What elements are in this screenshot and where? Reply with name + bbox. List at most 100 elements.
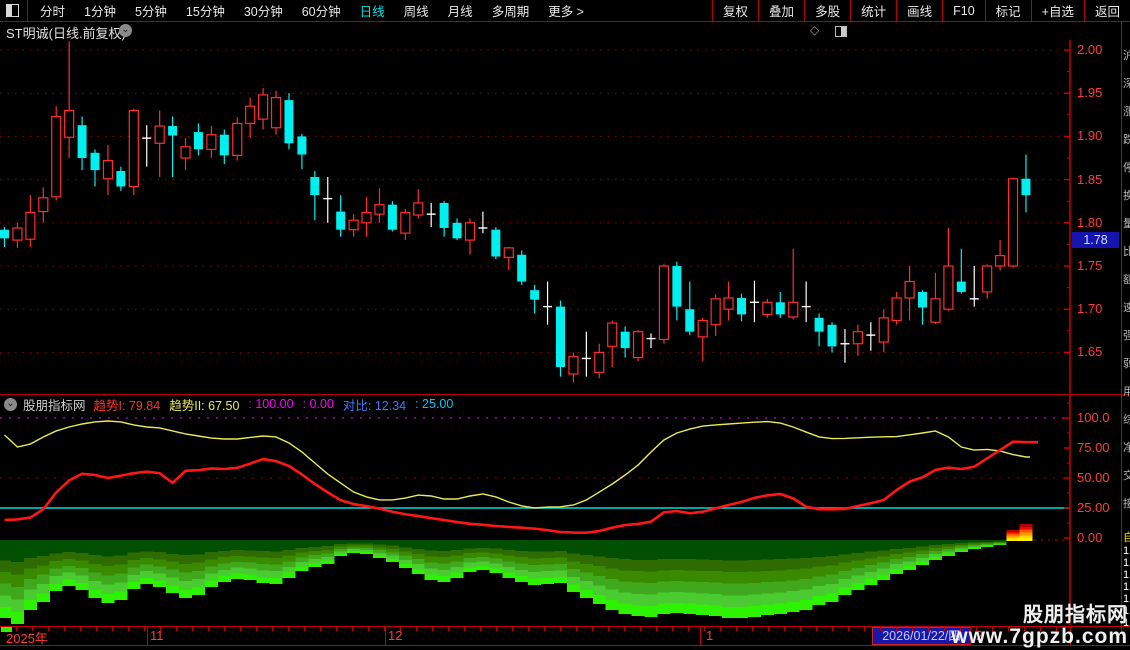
diamond-icon[interactable]: ◇ [810, 23, 819, 37]
date-minor-tick [48, 627, 49, 631]
date-minor-tick [96, 627, 97, 631]
top-toolbar: 分时 1分钟 5分钟 15分钟 30分钟 60分钟 日线 周线 月线 多周期 更多 > 复权 叠加 多股… [0, 0, 1130, 22]
indicator-chart[interactable] [0, 395, 1130, 625]
tool-item[interactable]: F10 [942, 0, 985, 21]
indicator-header: ⌄ 股朋指标网 趋势I: 79.84 趋势II: 67.50: 100.00: 0… [4, 396, 462, 413]
date-minor-tick [192, 627, 193, 631]
edge-glyph: 速 [1123, 302, 1130, 314]
date-minor-tick [480, 627, 481, 631]
chevron-down-icon[interactable]: ⌄ [119, 24, 132, 37]
watermark-site-name: 股朋指标网 [1023, 604, 1128, 626]
tool-item[interactable]: 统计 [850, 0, 896, 21]
period-item[interactable]: 分时 [40, 1, 65, 20]
date-minor-tick [880, 627, 881, 631]
right-edge-divider [1121, 21, 1122, 632]
period-menu: 分时 1分钟 5分钟 15分钟 30分钟 60分钟 日线 周线 月线 多周期 更多 > [40, 1, 584, 20]
price-tick-label: 1.90 [1077, 128, 1103, 144]
date-minor-tick [896, 627, 897, 631]
tool-item[interactable]: 叠加 [758, 0, 804, 21]
indicator-source-label: 股朋指标网 [23, 398, 86, 413]
date-minor-tick [848, 627, 849, 631]
tools-menu: 复权 叠加 多股 统计 画线 F10 标记 +自选 返回 [712, 0, 1130, 21]
date-minor-tick [176, 627, 177, 631]
edge-glyph: 涨 [1123, 106, 1130, 118]
edge-glyph-highlight: 自 [1123, 532, 1130, 544]
tool-item[interactable]: 复权 [712, 0, 758, 21]
date-minor-tick [832, 627, 833, 631]
date-minor-tick [752, 627, 753, 631]
date-minor-tick [560, 627, 561, 631]
date-minor-tick [432, 627, 433, 631]
trading-app-window: 分时 1分钟 5分钟 15分钟 30分钟 60分钟 日线 周线 月线 多周期 更多 > 复权 叠加 多股… [0, 0, 1130, 650]
edge-number: 1 [1123, 557, 1130, 569]
title-bar: ST明诚(日线.前复权) ⌄ ◇ [0, 21, 1130, 41]
period-item[interactable]: 多周期 [492, 1, 530, 20]
window-split-icon[interactable] [6, 4, 19, 17]
date-minor-tick [416, 627, 417, 631]
edge-glyph: 弱 [1123, 358, 1130, 370]
date-minor-tick [512, 627, 513, 631]
watermark: 股朋指标网 www.7gpzb.com [951, 604, 1128, 648]
date-minor-tick [528, 627, 529, 631]
edge-glyph: 交 [1123, 470, 1130, 482]
tool-item[interactable]: 多股 [804, 0, 850, 21]
mini-window-icon[interactable] [835, 26, 847, 37]
indicator-value: 趋势II: 67.50 [169, 398, 240, 413]
period-item[interactable]: 15分钟 [186, 1, 225, 20]
period-item[interactable]: 周线 [404, 1, 429, 20]
edge-glyph: 沪 [1123, 50, 1130, 62]
tool-item[interactable]: 标记 [984, 0, 1031, 21]
toolbar-divider [27, 0, 28, 21]
period-item[interactable]: 30分钟 [244, 1, 283, 20]
period-item[interactable]: 月线 [448, 1, 473, 20]
period-item[interactable]: 更多 > [548, 1, 584, 20]
date-minor-tick [288, 627, 289, 631]
date-minor-tick [128, 627, 129, 631]
candlestick-chart[interactable] [0, 40, 1130, 395]
price-tick-label: 1.95 [1077, 85, 1103, 101]
period-item[interactable]: 日线 [360, 1, 385, 20]
tool-item[interactable]: +自选 [1030, 0, 1084, 21]
period-item[interactable]: 5分钟 [135, 1, 167, 20]
date-minor-tick [272, 627, 273, 631]
date-minor-tick [352, 627, 353, 631]
date-minor-tick [16, 627, 17, 631]
edge-number: 1 [1123, 545, 1130, 557]
date-minor-tick [368, 627, 369, 631]
period-item[interactable]: 60分钟 [302, 1, 341, 20]
date-separator [385, 627, 386, 645]
tool-item[interactable]: 返回 [1083, 0, 1130, 21]
indicator-tick-label: 50.00 [1077, 470, 1110, 485]
edge-glyph: 比 [1123, 246, 1130, 258]
date-minor-tick [448, 627, 449, 631]
date-minor-tick [624, 627, 625, 631]
date-minor-tick [928, 627, 929, 631]
chevron-down-icon[interactable]: ⌄ [4, 397, 17, 411]
date-minor-tick [736, 627, 737, 631]
date-minor-tick [688, 627, 689, 631]
tool-item[interactable]: 画线 [896, 0, 942, 21]
edge-glyph: 跌 [1123, 134, 1130, 146]
edge-glyph: 用 [1123, 386, 1130, 398]
month-label: 11 [150, 628, 164, 643]
date-minor-tick [816, 627, 817, 631]
date-minor-tick [640, 627, 641, 631]
indicator-tick-label: 25.00 [1077, 500, 1110, 515]
date-minor-tick [608, 627, 609, 631]
period-item[interactable]: 1分钟 [84, 1, 116, 20]
indicator-value: 对比: 12.34 [342, 398, 407, 413]
date-minor-tick [864, 627, 865, 631]
edge-glyph: 综 [1123, 414, 1130, 426]
date-separator [700, 627, 701, 645]
date-separator [147, 627, 148, 645]
date-minor-tick [256, 627, 257, 631]
date-minor-tick [240, 627, 241, 631]
date-minor-tick [320, 627, 321, 631]
date-minor-tick [112, 627, 113, 631]
last-price-tag: 1.78 [1072, 232, 1119, 248]
price-tick-label: 1.85 [1077, 171, 1103, 187]
indicator-value: 趋势I: 79.84 [93, 398, 161, 413]
ribbon-overflow [1, 627, 12, 632]
indicator-value: : 100.00 [248, 397, 294, 411]
date-minor-tick [672, 627, 673, 631]
